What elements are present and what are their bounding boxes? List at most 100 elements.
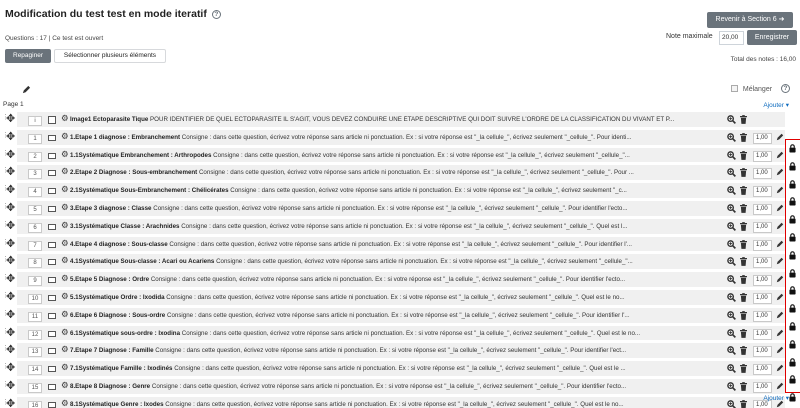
move-icon[interactable]: ✥ <box>6 219 15 232</box>
question-name[interactable]: 2.1Systématique Sous-Embranchement : Ché… <box>70 187 229 194</box>
question-text[interactable]: 5.1Systématique Ordre : Ixodida Consigne… <box>70 294 710 301</box>
grade-input[interactable]: 1,00 <box>753 381 772 393</box>
question-name[interactable]: 6.1Systématique sous-ordre : Ixodina <box>70 330 180 337</box>
grade-input[interactable]: 1,00 <box>753 257 772 269</box>
gear-icon[interactable]: ⚙ <box>61 238 69 249</box>
question-name[interactable]: 3.Etape 3 diagnose : Classe <box>70 205 152 212</box>
pencil-icon[interactable] <box>776 168 784 176</box>
question-name[interactable]: Image1 Ectoparasite Tique <box>70 116 148 123</box>
help-icon[interactable]: ? <box>781 84 790 93</box>
move-icon[interactable]: ✥ <box>6 237 15 250</box>
pencil-icon[interactable] <box>776 364 784 372</box>
zoom-icon[interactable] <box>727 221 736 231</box>
move-icon[interactable]: ✥ <box>6 379 15 392</box>
gear-icon[interactable]: ⚙ <box>61 166 69 177</box>
move-icon[interactable]: ✥ <box>6 397 15 408</box>
move-icon[interactable]: ✥ <box>6 254 15 267</box>
question-name[interactable]: 8.Etape 8 Diagnose : Genre <box>70 383 150 390</box>
trash-icon[interactable] <box>740 168 747 178</box>
move-icon[interactable]: ✥ <box>6 272 15 285</box>
question-text[interactable]: 5.Etape 5 Diagnose : Ordre Consigne : da… <box>70 276 710 283</box>
gear-icon[interactable]: ⚙ <box>61 327 69 338</box>
gear-icon[interactable]: ⚙ <box>61 255 69 266</box>
question-text[interactable]: 6.Etape 6 Diagnose : Sous-ordre Consigne… <box>70 312 710 319</box>
pencil-icon[interactable] <box>776 133 784 141</box>
gear-icon[interactable]: ⚙ <box>61 202 69 213</box>
grade-input[interactable]: 1,00 <box>753 328 772 340</box>
question-text[interactable]: 8.Etape 8 Diagnose : Genre Consigne : da… <box>70 383 710 390</box>
shuffle-checkbox[interactable] <box>730 85 738 92</box>
gear-icon[interactable]: ⚙ <box>61 113 69 124</box>
max-grade-input[interactable]: 20,00 <box>719 31 744 45</box>
grade-input[interactable]: 1,00 <box>753 346 772 358</box>
zoom-icon[interactable] <box>727 346 736 356</box>
gear-icon[interactable]: ⚙ <box>61 220 69 231</box>
add-menu-link[interactable]: Ajouter ▾ <box>763 101 789 109</box>
zoom-icon[interactable] <box>727 382 736 391</box>
trash-icon[interactable] <box>740 293 747 302</box>
lock-icon[interactable] <box>789 268 796 278</box>
trash-icon[interactable] <box>740 399 747 408</box>
zoom-icon[interactable] <box>727 132 736 142</box>
question-text[interactable]: 7.Etape 7 Diagnose : Famille Consigne : … <box>70 347 710 354</box>
lock-icon[interactable] <box>789 233 796 242</box>
question-name[interactable]: 6.Etape 6 Diagnose : Sous-ordre <box>70 312 165 319</box>
move-icon[interactable]: ✥ <box>6 361 15 374</box>
add-menu-link[interactable]: Ajouter ▾ <box>763 394 789 402</box>
move-icon[interactable]: ✥ <box>6 201 15 214</box>
pencil-icon[interactable] <box>776 329 784 337</box>
lock-icon[interactable] <box>789 144 796 153</box>
question-name[interactable]: 7.1Systématique Famille : Ixodinés <box>70 365 172 372</box>
trash-icon[interactable] <box>740 239 747 249</box>
grade-input[interactable]: 1,00 <box>753 292 772 304</box>
lock-icon[interactable] <box>789 286 796 295</box>
pencil-icon[interactable] <box>776 240 784 248</box>
question-text[interactable]: 4.1Systématique Sous-classe : Acari ou A… <box>70 258 710 265</box>
gear-icon[interactable]: ⚙ <box>61 398 69 408</box>
gear-icon[interactable]: ⚙ <box>61 309 69 320</box>
zoom-icon[interactable] <box>727 257 736 267</box>
lock-icon[interactable] <box>789 375 796 384</box>
lock-icon[interactable] <box>789 340 796 349</box>
move-icon[interactable]: ✥ <box>6 112 15 125</box>
zoom-icon[interactable] <box>727 310 736 320</box>
trash-icon[interactable] <box>740 382 747 391</box>
question-text[interactable]: Image1 Ectoparasite Tique POUR IDENTIFIE… <box>70 116 710 123</box>
grade-input[interactable]: 1,00 <box>753 364 772 376</box>
trash-icon[interactable] <box>740 204 747 213</box>
pencil-icon[interactable] <box>776 222 784 230</box>
zoom-icon[interactable] <box>727 115 736 124</box>
pencil-icon[interactable] <box>776 382 784 390</box>
trash-icon[interactable] <box>740 346 747 356</box>
grade-input[interactable]: 1,00 <box>753 310 772 322</box>
question-name[interactable]: 5.1Systématique Ordre : Ixodida <box>70 294 165 301</box>
lock-icon[interactable] <box>789 215 796 224</box>
question-text[interactable]: 2.Etape 2 Diagnose : Sous-embranchement … <box>70 169 710 176</box>
lock-icon[interactable] <box>789 197 796 206</box>
zoom-icon[interactable] <box>727 275 736 285</box>
question-name[interactable]: 1.Etape 1 diagnose : Embranchement <box>70 134 180 141</box>
question-name[interactable]: 5.Etape 5 Diagnose : Ordre <box>70 276 149 283</box>
question-text[interactable]: 4.Etape 4 diagnose : Sous-classe Consign… <box>70 241 710 248</box>
gear-icon[interactable]: ⚙ <box>61 362 69 373</box>
zoom-icon[interactable] <box>727 293 736 302</box>
pencil-icon[interactable] <box>776 186 784 194</box>
gear-icon[interactable]: ⚙ <box>61 380 69 391</box>
grade-input[interactable]: 1,00 <box>753 275 772 287</box>
trash-icon[interactable] <box>740 132 747 142</box>
question-name[interactable]: 1.1Systématique Embranchement : Arthropo… <box>70 152 211 159</box>
trash-icon[interactable] <box>740 186 747 196</box>
gear-icon[interactable]: ⚙ <box>61 273 69 284</box>
question-name[interactable]: 7.Etape 7 Diagnose : Famille <box>70 347 154 354</box>
gear-icon[interactable]: ⚙ <box>61 131 69 142</box>
zoom-icon[interactable] <box>727 328 736 338</box>
grade-input[interactable]: 1,00 <box>753 203 772 215</box>
pencil-icon[interactable] <box>776 151 784 159</box>
grade-input[interactable]: 1,00 <box>753 168 772 180</box>
trash-icon[interactable] <box>740 275 747 285</box>
move-icon[interactable]: ✥ <box>6 165 15 178</box>
pencil-icon[interactable] <box>22 85 31 96</box>
question-text[interactable]: 3.Etape 3 diagnose : Classe Consigne : d… <box>70 205 710 212</box>
question-name[interactable]: 4.Etape 4 diagnose : Sous-classe <box>70 241 168 248</box>
question-name[interactable]: 4.1Systématique Sous-classe : Acari ou A… <box>70 258 214 265</box>
